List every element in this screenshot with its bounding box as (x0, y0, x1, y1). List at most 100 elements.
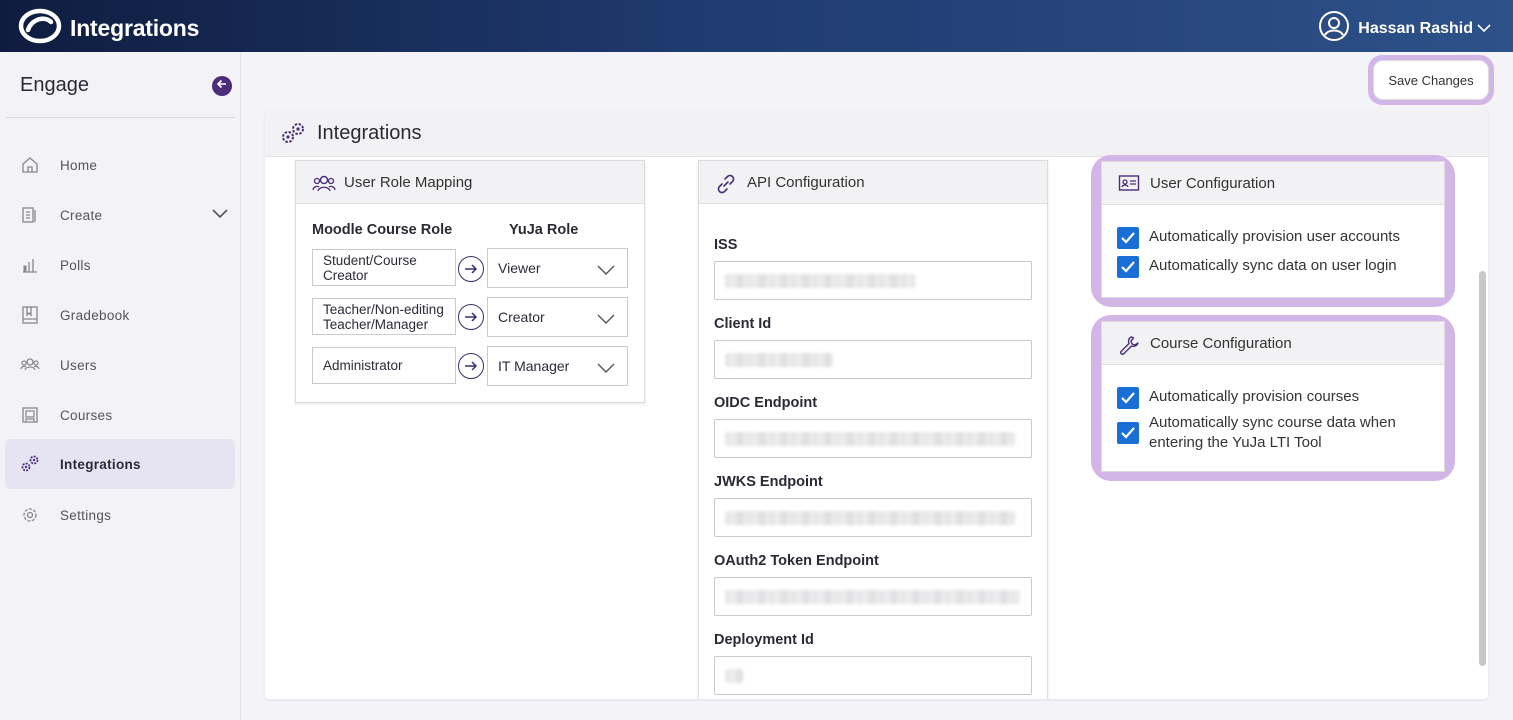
link-icon (715, 173, 737, 200)
settings-icon (20, 505, 40, 525)
sidebar-item-label: Users (60, 357, 97, 373)
oidc-endpoint-label: OIDC Endpoint (714, 395, 818, 411)
provision-user-accounts-checkbox[interactable]: Automatically provision user accounts (1117, 227, 1429, 249)
sync-course-data-checkbox[interactable]: Automatically sync course data when ente… (1117, 414, 1429, 453)
app-title: Integrations (70, 15, 200, 41)
redacted-value (725, 274, 915, 288)
sidebar-item-label: Home (60, 157, 98, 173)
sync-user-login-checkbox[interactable]: Automatically sync data on user login (1117, 256, 1429, 278)
logo-icon (18, 8, 62, 49)
jwks-endpoint-input[interactable] (714, 498, 1032, 537)
sidebar-title: Engage (20, 74, 89, 96)
checkbox-checked-icon (1117, 256, 1139, 278)
checkbox-checked-icon (1117, 227, 1139, 249)
collapse-sidebar-button[interactable] (212, 76, 232, 96)
sidebar-item-create[interactable]: Create (5, 190, 235, 240)
sidebar-item-label: Integrations (60, 456, 141, 472)
vertical-scrollbar[interactable] (1479, 271, 1486, 666)
courses-icon (20, 405, 40, 425)
sidebar-item-polls[interactable]: Polls (5, 240, 235, 290)
chevron-down-icon (597, 263, 615, 279)
sidebar-item-users[interactable]: Users (5, 340, 235, 390)
checkbox-label: Automatically provision user accounts (1149, 228, 1400, 245)
sidebar: Engage Home Create Polls Gradebook Users… (0, 52, 241, 720)
arrow-left-icon (216, 77, 228, 95)
user-menu[interactable]: Hassan Rashid (1318, 10, 1491, 47)
id-card-icon (1118, 174, 1140, 197)
user-name: Hassan Rashid (1358, 19, 1473, 37)
provision-courses-checkbox[interactable]: Automatically provision courses (1117, 387, 1429, 409)
sidebar-item-integrations[interactable]: Integrations (5, 439, 235, 489)
yuja-role-select-teacher[interactable]: Creator (487, 297, 628, 337)
card-header: API Configuration (699, 161, 1047, 204)
yuja-role-select-administrator[interactable]: IT Manager (487, 346, 628, 386)
moodle-role-teacher: Teacher/Non-editing Teacher/Manager (312, 298, 456, 335)
checkbox-checked-icon (1117, 387, 1139, 409)
iss-label: ISS (714, 237, 738, 253)
yuja-role-column-header: YuJa Role (509, 222, 579, 238)
select-value: Viewer (498, 260, 541, 276)
panel-header: Integrations (265, 109, 1488, 157)
sidebar-item-settings[interactable]: Settings (5, 490, 235, 540)
card-header: User Role Mapping (296, 161, 644, 204)
select-value: IT Manager (498, 358, 570, 374)
yuja-role-select-student[interactable]: Viewer (487, 248, 628, 288)
chevron-down-icon (1477, 20, 1491, 38)
sidebar-item-courses[interactable]: Courses (5, 390, 235, 440)
redacted-value (725, 432, 1015, 446)
deployment-id-input[interactable] (714, 656, 1032, 695)
brand: Integrations (18, 8, 199, 49)
chevron-down-icon[interactable] (211, 207, 229, 225)
redacted-value (725, 511, 1015, 525)
card-header: Course Configuration (1102, 322, 1444, 365)
save-button-highlight: Save Changes (1368, 55, 1494, 105)
oauth2-token-endpoint-label: OAuth2 Token Endpoint (714, 553, 879, 569)
sidebar-item-home[interactable]: Home (5, 140, 235, 190)
home-icon (20, 155, 40, 175)
deployment-id-label: Deployment Id (714, 632, 814, 648)
user-avatar-icon (1318, 10, 1350, 47)
top-bar: Integrations Hassan Rashid (0, 0, 1513, 52)
user-configuration-card: User Configuration Automatically provisi… (1101, 161, 1445, 298)
create-icon (20, 205, 40, 225)
chevron-down-icon (597, 312, 615, 328)
redacted-value (725, 669, 743, 683)
sidebar-item-label: Gradebook (60, 307, 130, 323)
save-button[interactable]: Save Changes (1373, 60, 1489, 100)
gradebook-icon (20, 305, 40, 325)
integrations-icon (20, 454, 40, 474)
checkbox-checked-icon (1117, 422, 1139, 444)
sidebar-item-label: Create (60, 207, 103, 223)
client-id-label: Client Id (714, 316, 772, 332)
oidc-endpoint-input[interactable] (714, 419, 1032, 458)
sidebar-item-label: Settings (60, 507, 112, 523)
chevron-down-icon (597, 361, 615, 377)
checkbox-label: Automatically sync course data when ente… (1149, 414, 1396, 451)
oauth2-token-endpoint-input[interactable] (714, 577, 1032, 616)
sidebar-item-label: Polls (60, 257, 91, 273)
select-value: Creator (498, 309, 545, 325)
users-icon (312, 173, 336, 198)
users-icon (20, 355, 40, 375)
card-header: User Configuration (1102, 162, 1444, 205)
iss-input[interactable] (714, 261, 1032, 300)
moodle-role-administrator: Administrator (312, 347, 456, 384)
sidebar-item-label: Courses (60, 407, 113, 423)
integrations-panel: Integrations User Role Mapping Moodle Co… (265, 109, 1488, 699)
jwks-endpoint-label: JWKS Endpoint (714, 474, 823, 490)
arrow-right-icon (458, 304, 484, 330)
card-title: User Role Mapping (344, 174, 473, 191)
sidebar-item-gradebook[interactable]: Gradebook (5, 290, 235, 340)
wrench-icon (1118, 334, 1140, 361)
api-configuration-card: API Configuration ISS Client Id OIDC End… (698, 160, 1048, 699)
card-title: Course Configuration (1150, 335, 1292, 352)
integrations-icon (280, 121, 306, 150)
moodle-role-column-header: Moodle Course Role (312, 222, 453, 238)
sidebar-divider (6, 117, 235, 118)
user-role-mapping-card: User Role Mapping Moodle Course Role YuJ… (295, 160, 645, 403)
card-title: User Configuration (1150, 175, 1276, 192)
polls-icon (20, 255, 40, 275)
card-title: API Configuration (747, 174, 865, 191)
arrow-right-icon (458, 256, 484, 282)
client-id-input[interactable] (714, 340, 1032, 379)
